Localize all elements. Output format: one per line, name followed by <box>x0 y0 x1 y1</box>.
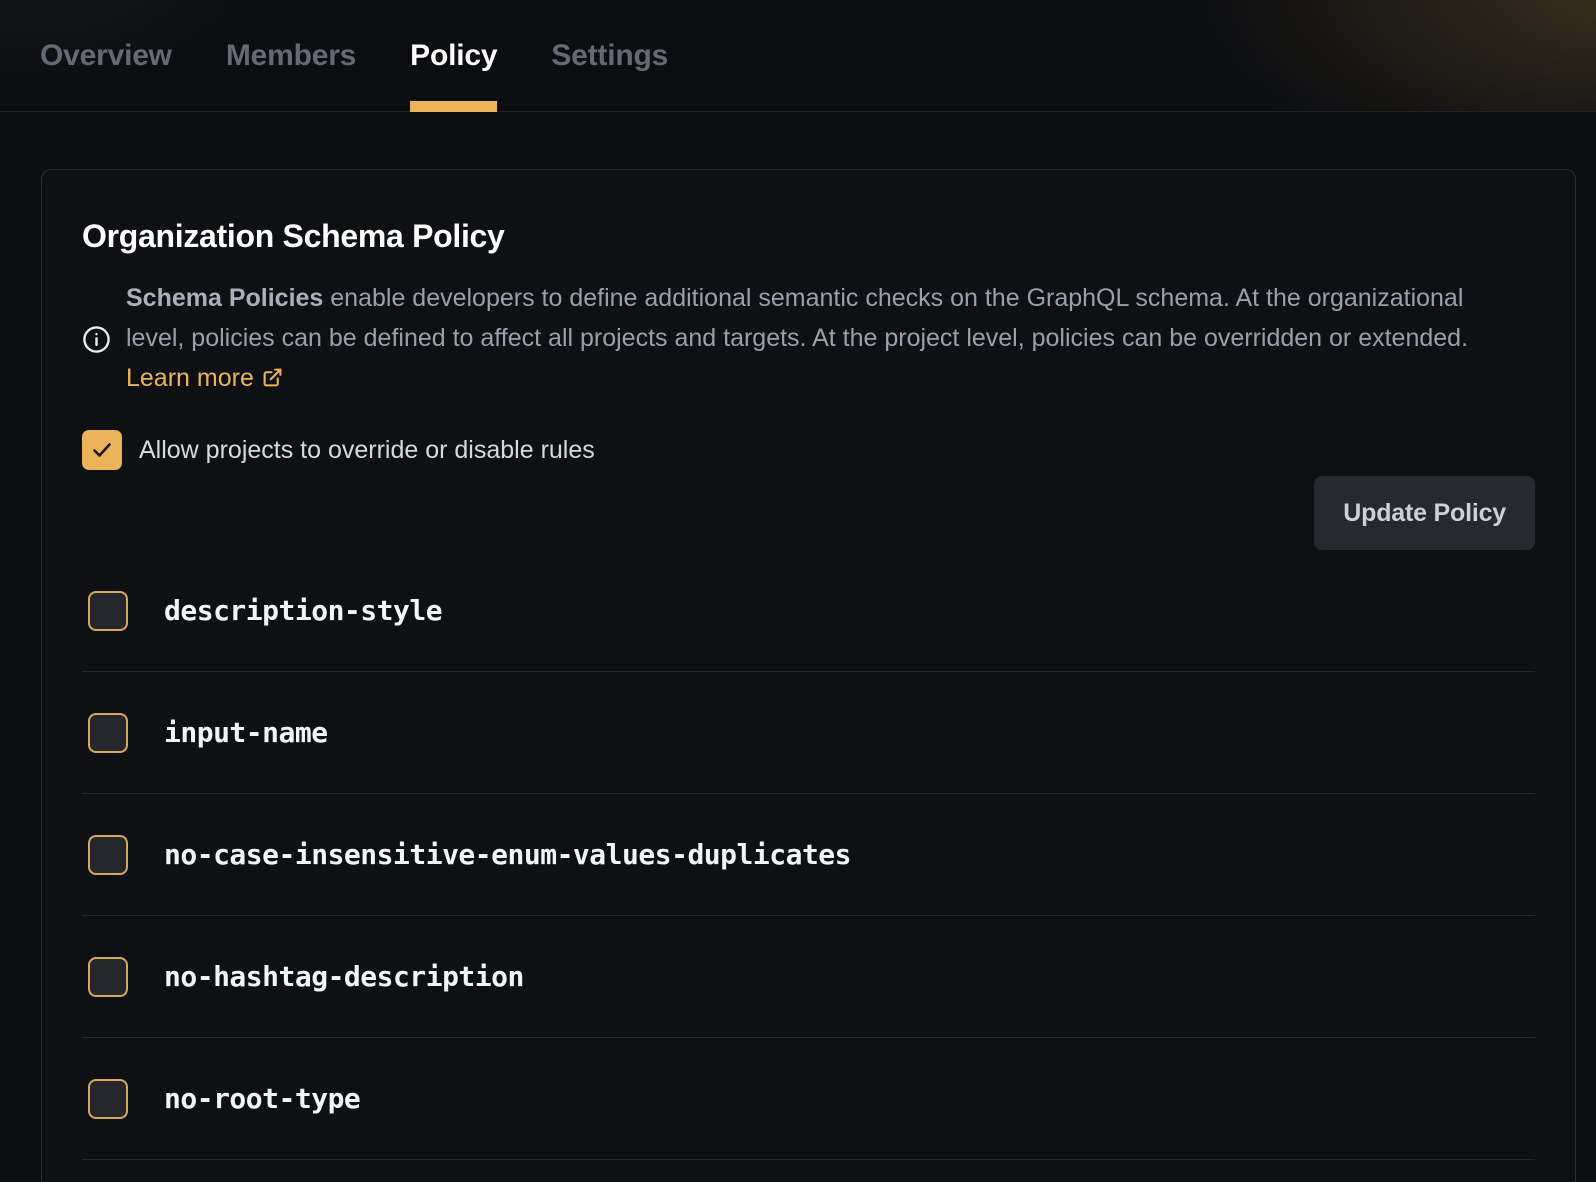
rule-checkbox-no-case-insensitive-enum-values-duplicates[interactable] <box>88 835 128 875</box>
rule-name: no-hashtag-description <box>164 960 524 993</box>
rule-checkbox-no-hashtag-description[interactable] <box>88 957 128 997</box>
allow-override-label: Allow projects to override or disable ru… <box>139 436 595 465</box>
info-icon <box>82 325 111 354</box>
policy-description-text: Schema Policies enable developers to def… <box>126 278 1498 400</box>
tab-bar: Overview Members Policy Settings <box>0 0 1596 112</box>
main-content: Organization Schema Policy Schema Polici… <box>0 112 1596 1182</box>
checkmark-icon <box>90 438 114 462</box>
rule-row-description-style: description-style <box>82 550 1535 672</box>
rule-name: input-name <box>164 716 328 749</box>
tab-members[interactable]: Members <box>226 0 356 111</box>
allow-override-row: Allow projects to override or disable ru… <box>82 430 1535 470</box>
tab-policy[interactable]: Policy <box>410 0 497 111</box>
rule-row-input-name: input-name <box>82 672 1535 794</box>
policy-card: Organization Schema Policy Schema Polici… <box>41 169 1576 1182</box>
button-row: Update Policy <box>82 476 1535 550</box>
page-title: Organization Schema Policy <box>82 214 1535 258</box>
rule-name: no-case-insensitive-enum-values-duplicat… <box>164 838 851 871</box>
rule-name: description-style <box>164 594 442 627</box>
rules-list: description-style input-name no-case-ins… <box>82 550 1535 1160</box>
update-policy-button[interactable]: Update Policy <box>1314 476 1535 550</box>
rule-row-no-case-insensitive-enum-values-duplicates: no-case-insensitive-enum-values-duplicat… <box>82 794 1535 916</box>
tab-settings[interactable]: Settings <box>551 0 668 111</box>
rule-row-no-hashtag-description: no-hashtag-description <box>82 916 1535 1038</box>
external-link-icon <box>262 360 283 400</box>
rule-row-no-root-type: no-root-type <box>82 1038 1535 1160</box>
learn-more-link[interactable]: Learn more <box>126 364 283 392</box>
allow-override-checkbox[interactable] <box>82 430 122 470</box>
description-body-text: enable developers to define additional s… <box>126 284 1468 352</box>
rule-checkbox-description-style[interactable] <box>88 591 128 631</box>
rule-name: no-root-type <box>164 1082 360 1115</box>
tab-overview[interactable]: Overview <box>40 0 172 111</box>
rule-checkbox-no-root-type[interactable] <box>88 1079 128 1119</box>
policy-description: Schema Policies enable developers to def… <box>82 278 1535 400</box>
description-bold-text: Schema Policies <box>126 284 323 312</box>
rule-checkbox-input-name[interactable] <box>88 713 128 753</box>
